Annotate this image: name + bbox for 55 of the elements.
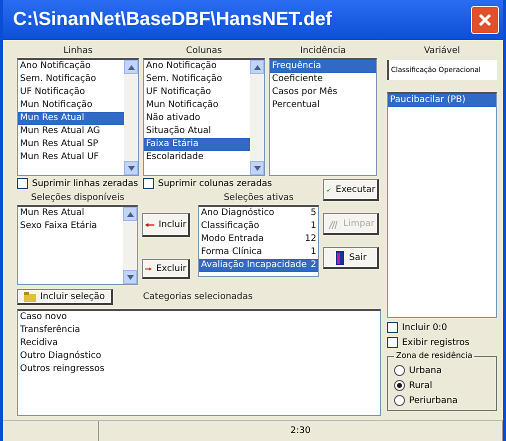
radio-label: Rural bbox=[409, 380, 432, 390]
list-item[interactable]: Casos por Mês bbox=[270, 86, 376, 99]
status-time: 2:30 bbox=[290, 426, 311, 436]
group-label: Zona de residência bbox=[394, 351, 474, 360]
list-item[interactable]: Mun Res Atual UF bbox=[18, 151, 124, 164]
list-item[interactable]: Outros reingressos bbox=[18, 363, 380, 376]
action-button[interactable]: Sair bbox=[323, 247, 380, 269]
list-item[interactable]: Mun Res Atual AG bbox=[18, 125, 124, 138]
list-item[interactable]: Coeficiente bbox=[270, 73, 376, 86]
list-item[interactable]: Sem. Notificação bbox=[144, 73, 250, 86]
checkbox-label: Suprimir colunas zeradas bbox=[158, 178, 272, 188]
list-label: Colunas bbox=[185, 46, 223, 56]
list-item[interactable]: Mun Res Atual bbox=[18, 207, 124, 220]
list-item[interactable]: Mun Notificação bbox=[144, 99, 250, 112]
list-item[interactable]: Transferência bbox=[18, 324, 380, 337]
list-item[interactable]: Modo Entrada 12 bbox=[199, 233, 318, 246]
list-item[interactable]: Recidiva bbox=[18, 337, 380, 350]
list-item[interactable]: Escolaridade bbox=[144, 151, 250, 164]
list-item[interactable]: Paucibacilar (PB) bbox=[388, 94, 496, 107]
list-item[interactable]: Faixa Etária bbox=[144, 138, 250, 151]
list-item[interactable]: Ano Notificação bbox=[144, 60, 250, 73]
list-label: Linhas bbox=[62, 46, 94, 56]
list-label: Categorias selecionadas bbox=[143, 292, 253, 302]
window-title: C:\SinanNet\BaseDBF\HansNET.def bbox=[13, 9, 332, 31]
list-item[interactable]: Não ativado bbox=[144, 112, 250, 125]
radio-label: Urbana bbox=[409, 366, 442, 376]
list-item[interactable]: Mun Res Atual SP bbox=[18, 138, 124, 151]
list-item[interactable]: Avaliação Incapacidade 2 bbox=[199, 259, 318, 272]
radio-label: Periurbana bbox=[409, 396, 458, 406]
list-item[interactable]: Caso novo bbox=[18, 311, 380, 324]
list-item[interactable]: Classificação 1 bbox=[199, 220, 318, 233]
list-item[interactable]: Mun Notificação bbox=[18, 99, 124, 112]
list-item[interactable]: Outro Diagnóstico bbox=[18, 350, 380, 363]
list-item[interactable]: Ano Diagnóstico 5 bbox=[199, 207, 318, 220]
include-button[interactable]: Incluir bbox=[142, 213, 190, 237]
checkbox-label: Incluir 0:0 bbox=[402, 322, 448, 332]
list-label: Incidência bbox=[299, 46, 347, 56]
select-button[interactable]: Incluir seleção bbox=[17, 289, 113, 305]
checkbox-label: Suprimir linhas zeradas bbox=[32, 178, 138, 188]
list-item[interactable]: Situação Atual bbox=[144, 125, 250, 138]
list-item[interactable]: Forma Clínica 1 bbox=[199, 246, 318, 259]
action-button[interactable]: Executar bbox=[323, 179, 380, 201]
list-item[interactable]: Sexo Faixa Etária bbox=[18, 220, 124, 233]
checkbox-label: Exibir registros bbox=[402, 338, 470, 348]
list-item[interactable]: UF Notificação bbox=[144, 86, 250, 99]
list-label: Seleções ativas bbox=[222, 193, 295, 203]
list-item[interactable]: Frequência bbox=[270, 60, 376, 73]
list-item[interactable]: Mun Res Atual bbox=[18, 112, 124, 125]
list-item[interactable]: Sem. Notificação bbox=[18, 73, 124, 86]
exclude-button[interactable]: Excluir bbox=[142, 259, 190, 279]
list-item[interactable]: Ano Notificação bbox=[18, 60, 124, 73]
list-item[interactable]: UF Notificação bbox=[18, 86, 124, 99]
list-item[interactable]: Percentual bbox=[270, 99, 376, 112]
list-label: Seleções disponíveis bbox=[30, 193, 126, 203]
field-label: Variável bbox=[422, 46, 462, 56]
